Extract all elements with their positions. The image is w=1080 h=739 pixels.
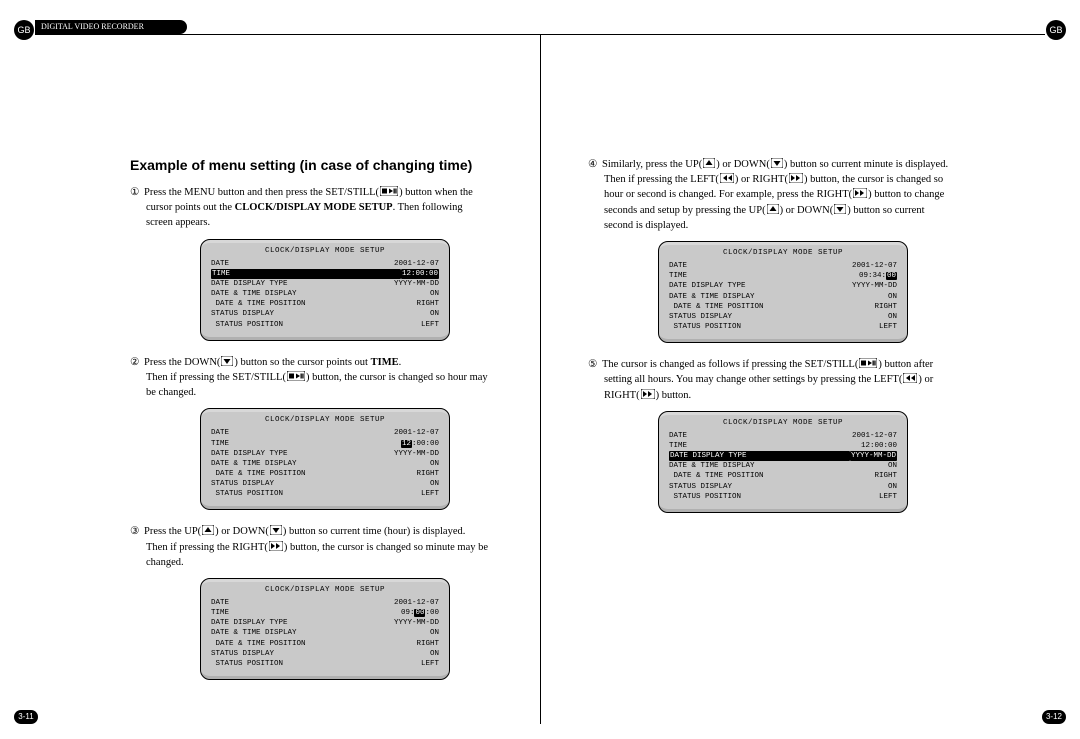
step-2: ②Press the DOWN() button so the cursor p… [130, 355, 492, 401]
section-title: Example of menu setting (in case of chan… [130, 157, 492, 173]
page-number-left: 3-11 [14, 710, 38, 724]
right-icon [641, 389, 655, 399]
step-number-1: ① [130, 185, 144, 200]
page-spread: Example of menu setting (in case of chan… [0, 35, 1080, 724]
right-icon [269, 541, 283, 551]
step-4: ④Similarly, press the UP() or DOWN() but… [588, 157, 950, 233]
osd-screen-3: CLOCK/DISPLAY MODE SETUP DATE2001-12-07 … [200, 578, 450, 680]
right-icon [789, 173, 803, 183]
setstill-icon [287, 371, 305, 381]
step-number-4: ④ [588, 157, 602, 172]
page-right: ④Similarly, press the UP() or DOWN() but… [540, 35, 1080, 724]
step-3: ③Press the UP() or DOWN() button so curr… [130, 524, 492, 570]
down-icon [834, 204, 846, 214]
osd-screen-2: CLOCK/DISPLAY MODE SETUP DATE2001-12-07 … [200, 408, 450, 510]
up-icon [703, 158, 715, 168]
setstill-icon [859, 358, 877, 368]
step-number-2: ② [130, 355, 144, 370]
up-icon [767, 204, 779, 214]
osd-screen-5: CLOCK/DISPLAY MODE SETUP DATE2001-12-07 … [658, 411, 908, 513]
page-number-right: 3-12 [1042, 710, 1066, 724]
left-icon [720, 173, 734, 183]
step-5: ⑤The cursor is changed as follows if pre… [588, 357, 950, 403]
up-icon [202, 525, 214, 535]
setstill-icon [380, 186, 398, 196]
step-number-3: ③ [130, 524, 144, 539]
osd-screen-1: CLOCK/DISPLAY MODE SETUP DATE2001-12-07 … [200, 239, 450, 341]
step-1: ①Press the MENU button and then press th… [130, 185, 492, 231]
down-icon [221, 356, 233, 366]
down-icon [771, 158, 783, 168]
osd-screen-4: CLOCK/DISPLAY MODE SETUP DATE2001-12-07 … [658, 241, 908, 343]
step-number-5: ⑤ [588, 357, 602, 372]
left-icon [903, 373, 917, 383]
down-icon [270, 525, 282, 535]
right-icon [853, 188, 867, 198]
header-label: DIGITAL VIDEO RECORDER [35, 20, 187, 34]
page-left: Example of menu setting (in case of chan… [0, 35, 540, 724]
